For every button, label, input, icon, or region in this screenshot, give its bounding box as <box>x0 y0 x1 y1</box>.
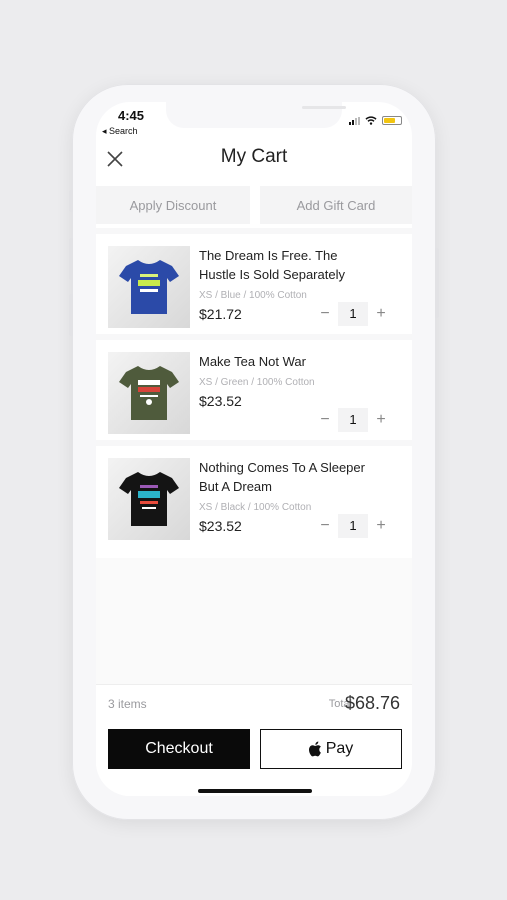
tshirt-icon <box>119 260 179 314</box>
increase-quantity-button[interactable]: + <box>368 411 394 429</box>
volume-up-button <box>69 238 73 280</box>
quantity-value[interactable]: 1 <box>338 514 368 538</box>
cart-item: The Dream Is Free. The Hustle Is Sold Se… <box>96 234 412 334</box>
quantity-stepper: − 1 + <box>312 514 394 538</box>
decrease-quantity-button[interactable]: − <box>312 305 338 323</box>
power-button <box>435 248 439 318</box>
quantity-value[interactable]: 1 <box>338 302 368 326</box>
product-price: $23.52 <box>199 518 242 534</box>
product-price: $21.72 <box>199 306 242 322</box>
increase-quantity-button[interactable]: + <box>368 305 394 323</box>
page-title: My Cart <box>220 146 288 167</box>
add-gift-card-button[interactable]: Add Gift Card <box>260 186 412 224</box>
cart-item: Make Tea Not War XS / Green / 100% Cotto… <box>96 340 412 440</box>
wifi-icon <box>365 116 377 125</box>
tshirt-icon <box>119 366 179 420</box>
product-name[interactable]: Make Tea Not War <box>199 352 369 371</box>
item-count: 3 items <box>108 697 147 711</box>
apple-pay-button[interactable]: Pay <box>260 729 402 769</box>
product-variant: XS / Blue / 100% Cotton <box>199 290 307 301</box>
checkout-button[interactable]: Checkout <box>108 729 250 769</box>
quantity-stepper: − 1 + <box>312 408 394 432</box>
apple-icon <box>308 741 321 757</box>
product-price: $23.52 <box>199 393 242 409</box>
product-image[interactable] <box>108 246 190 328</box>
signal-icon <box>349 116 360 125</box>
speaker <box>302 106 346 109</box>
quantity-value[interactable]: 1 <box>338 408 368 432</box>
empty-area <box>96 558 412 684</box>
notch <box>166 102 346 128</box>
total-value: $68.76 <box>344 693 400 713</box>
status-icons <box>349 116 402 125</box>
product-image[interactable] <box>108 352 190 434</box>
back-to-search-link[interactable]: ◂ Search <box>102 126 138 137</box>
product-variant: XS / Green / 100% Cotton <box>199 377 315 388</box>
product-variant: XS / Black / 100% Cotton <box>199 502 312 513</box>
battery-icon <box>382 116 402 125</box>
decrease-quantity-button[interactable]: − <box>312 411 338 429</box>
decrease-quantity-button[interactable]: − <box>312 517 338 535</box>
apply-discount-button[interactable]: Apply Discount <box>96 186 250 224</box>
screen: 4:45 ◂ Search My Cart Apply Discount Add… <box>96 102 412 796</box>
home-indicator <box>198 789 312 793</box>
quantity-stepper: − 1 + <box>312 302 394 326</box>
volume-down-button <box>69 294 73 336</box>
product-image[interactable] <box>108 458 190 540</box>
tshirt-icon <box>119 472 179 526</box>
cart-item: Nothing Comes To A Sleeper But A Dream X… <box>96 446 412 546</box>
product-name[interactable]: The Dream Is Free. The Hustle Is Sold Se… <box>199 246 369 284</box>
apple-pay-label: Pay <box>325 740 354 757</box>
cart-footer: 3 items Total $68.76 Checkout Pay <box>96 684 412 796</box>
product-name[interactable]: Nothing Comes To A Sleeper But A Dream <box>199 458 369 496</box>
status-time: 4:45 <box>118 108 145 123</box>
mute-switch <box>69 190 73 212</box>
increase-quantity-button[interactable]: + <box>368 517 394 535</box>
